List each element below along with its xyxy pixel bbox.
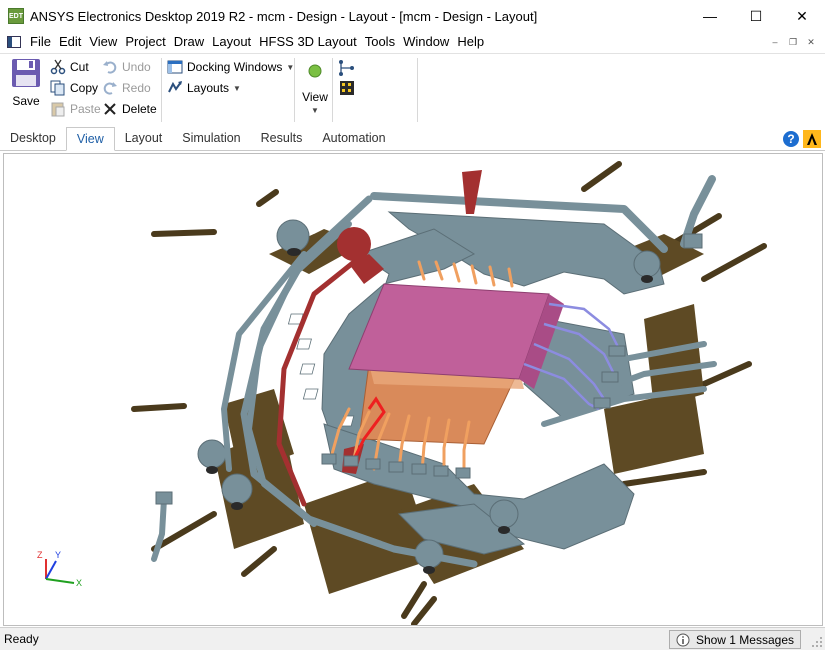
delete-x-icon: [102, 101, 118, 117]
tab-desktop[interactable]: Desktop: [0, 127, 66, 150]
tab-results[interactable]: Results: [251, 127, 313, 150]
mdi-restore-button[interactable]: ❐: [785, 35, 801, 49]
view-button[interactable]: View ▼: [298, 60, 332, 122]
ansys-logo-icon: [803, 130, 821, 148]
menu-bar: File Edit View Project Draw Layout HFSS …: [0, 32, 825, 52]
chevron-down-icon: ▼: [311, 106, 319, 115]
maximize-button[interactable]: ☐: [733, 0, 779, 32]
menu-tools[interactable]: Tools: [361, 32, 399, 52]
mcm-package-model: [131, 161, 767, 625]
close-button[interactable]: ✕: [779, 0, 825, 32]
ribbon-separator: [294, 58, 295, 122]
copy-label: Copy: [70, 81, 99, 95]
ribbon: Save Cut Copy Paste Undo Redo Delete Doc…: [0, 53, 825, 127]
docking-windows-icon: [167, 59, 183, 75]
docking-windows-label: Docking Windows: [187, 60, 283, 74]
menu-layout[interactable]: Layout: [208, 32, 255, 52]
ribbon-tab-bar: Desktop View Layout Simulation Results A…: [0, 127, 825, 151]
undo-label: Undo: [122, 60, 151, 74]
delete-button[interactable]: Delete: [102, 100, 157, 118]
scissors-icon: [50, 59, 66, 75]
resize-grip-icon[interactable]: [811, 636, 823, 648]
layouts-button[interactable]: Layouts ▼: [167, 79, 241, 97]
tab-view[interactable]: View: [65, 127, 115, 151]
cut-button[interactable]: Cut: [50, 58, 89, 76]
layouts-icon: [167, 80, 183, 96]
paste-button[interactable]: Paste: [50, 100, 101, 118]
paste-label: Paste: [70, 102, 101, 116]
app-icon: EDT: [8, 8, 24, 24]
menu-edit[interactable]: Edit: [55, 32, 85, 52]
docking-windows-button[interactable]: Docking Windows ▼: [167, 58, 294, 76]
ribbon-separator: [417, 58, 418, 122]
axis-z-label: Z: [37, 550, 43, 560]
copy-icon: [50, 80, 66, 96]
save-button[interactable]: Save: [6, 58, 46, 120]
delete-label: Delete: [122, 102, 157, 116]
redo-label: Redo: [122, 81, 151, 95]
status-bar: Ready Show 1 Messages: [0, 627, 825, 650]
message-info-icon: [676, 633, 690, 646]
help-icon[interactable]: ?: [783, 131, 799, 147]
status-text: Ready: [4, 632, 39, 646]
menu-hfss-3d-layout[interactable]: HFSS 3D Layout: [255, 32, 361, 52]
menu-help[interactable]: Help: [453, 32, 488, 52]
layout-3d-viewport[interactable]: Z Y X: [3, 153, 823, 626]
save-label: Save: [12, 94, 40, 108]
ribbon-separator: [161, 58, 162, 122]
minimize-button[interactable]: —: [687, 0, 733, 32]
show-messages-label: Show 1 Messages: [695, 632, 794, 647]
view-label: View: [302, 90, 328, 104]
window-title: ANSYS Electronics Desktop 2019 R2 - mcm …: [30, 8, 538, 24]
mdi-controls: – ❐ ✕: [767, 35, 819, 49]
copy-button[interactable]: Copy: [50, 79, 98, 97]
menu-project[interactable]: Project: [121, 32, 169, 52]
undo-icon: [102, 59, 118, 75]
ribbon-separator: [332, 58, 333, 122]
mdi-close-button[interactable]: ✕: [803, 35, 819, 49]
tab-layout[interactable]: Layout: [115, 127, 173, 150]
menu-window[interactable]: Window: [399, 32, 453, 52]
network-nodes-icon[interactable]: [338, 59, 356, 77]
menu-file[interactable]: File: [26, 32, 55, 52]
layouts-label: Layouts: [187, 81, 230, 95]
title-bar: EDT ANSYS Electronics Desktop 2019 R2 - …: [0, 0, 825, 32]
chevron-down-icon: ▼: [233, 83, 241, 93]
green-dot-icon: [308, 64, 322, 78]
document-system-icon[interactable]: [7, 36, 21, 48]
window-controls: — ☐ ✕: [687, 0, 825, 32]
redo-icon: [102, 80, 118, 96]
axis-triad: [45, 559, 75, 584]
undo-button[interactable]: Undo: [102, 58, 151, 76]
cut-label: Cut: [70, 60, 89, 74]
axis-x-label: X: [76, 578, 83, 588]
menu-draw[interactable]: Draw: [170, 32, 208, 52]
mdi-minimize-button[interactable]: –: [767, 35, 783, 49]
clipboard-icon: [50, 101, 66, 117]
menu-view[interactable]: View: [85, 32, 121, 52]
tab-simulation[interactable]: Simulation: [172, 127, 250, 150]
redo-button[interactable]: Redo: [102, 79, 151, 97]
axis-y-label: Y: [55, 550, 62, 560]
floppy-disk-icon: [12, 59, 40, 87]
chip-grid-icon[interactable]: [338, 79, 356, 97]
tab-automation[interactable]: Automation: [312, 127, 395, 150]
show-messages-button[interactable]: Show 1 Messages: [668, 630, 801, 649]
